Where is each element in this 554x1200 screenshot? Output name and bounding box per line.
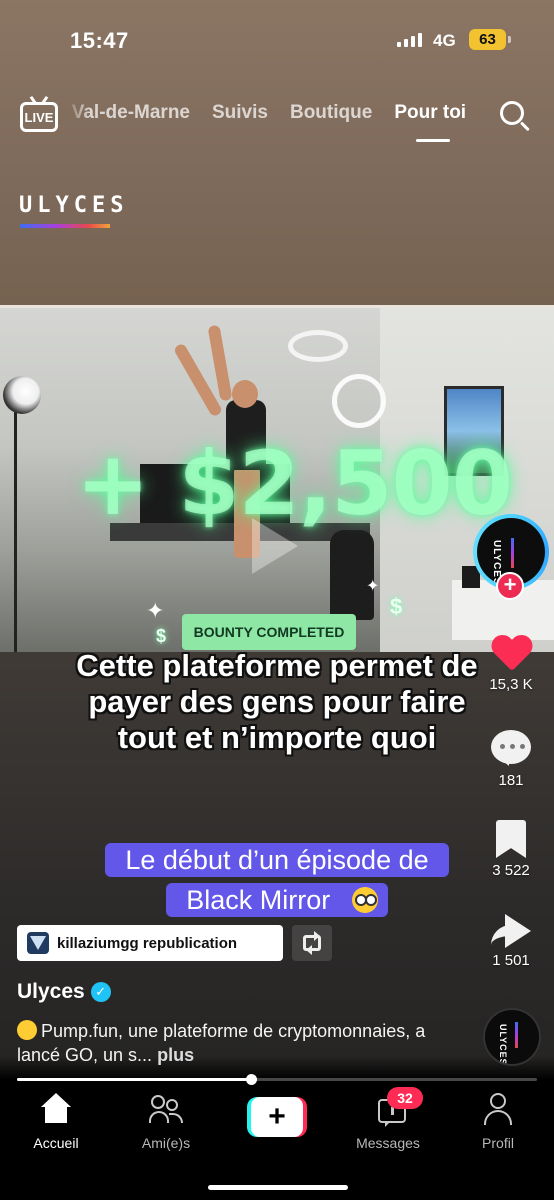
brand-logo: ULYCES [19,193,129,218]
brand-underline [20,224,110,228]
nav-profile[interactable]: Profil [448,1093,548,1151]
comment-button[interactable]: 181 [476,730,546,789]
comment-count: 181 [498,772,524,789]
caption-main: Cette plateforme permet de payer des gen… [76,648,478,755]
follow-plus-icon[interactable]: + [496,572,524,600]
playback-scrubber[interactable] [246,1074,257,1085]
nav-home[interactable]: Accueil [6,1093,106,1151]
play-icon[interactable] [252,518,298,574]
dollar-icon: $ [390,594,403,619]
nav-friends[interactable]: Ami(e)s [116,1093,216,1151]
video-chair [330,530,374,620]
music-disc-text: ULYCES [498,1024,508,1066]
flushed-emoji-icon [17,1020,37,1040]
home-indicator [208,1185,348,1190]
save-button[interactable]: 3 522 [476,820,546,879]
profile-icon [481,1093,515,1127]
battery-icon: 63 [469,29,506,50]
sparkle-icon: ✦ [366,578,380,595]
share-icon [491,914,531,948]
create-button[interactable]: + [247,1097,307,1137]
bottom-nav: Accueil Ami(e)s + Messages 32 Profil [0,1085,554,1200]
tab-for-you[interactable]: Pour toi [394,102,466,142]
video-lamp [3,376,41,414]
more-link[interactable]: plus [157,1045,194,1065]
live-icon[interactable]: LIVE [20,95,58,132]
messages-badge: 32 [387,1087,423,1109]
bookmark-icon [496,820,526,858]
video-ring-light [332,374,386,428]
nav-home-label: Accueil [33,1135,79,1151]
nav-profile-label: Profil [482,1135,514,1151]
wolf-avatar-icon [27,932,49,954]
video-frame[interactable]: + $2,500 ✦ ✦ $ $ BOUNTY COMPLETED [0,308,554,652]
caption-purple-text: Le début d’un épisode de Black Mirror [115,843,439,917]
signal-icon [397,33,422,47]
tiktok-feed-screen: 15:47 4G 63 LIVE Val-de-Marne Suivis Bou… [0,0,554,1200]
status-bar: 15:47 4G 63 [0,0,554,80]
video-lamp-post [14,388,17,652]
share-count: 1 501 [492,952,530,969]
flushed-emoji-icon [351,887,378,913]
home-icon [39,1093,73,1127]
description-text: Pump.fun, une plateforme de cryptomonnai… [17,1021,426,1065]
friends-icon [149,1093,183,1127]
dollar-icon: $ [156,626,167,646]
repost-text: killaziumgg republication [57,934,238,952]
nav-messages-label: Messages [356,1135,420,1151]
playback-progress-fill [17,1078,251,1081]
tab-region[interactable]: Val-de-Marne [64,102,190,130]
plus-icon: + [251,1097,303,1137]
like-count: 15,3 K [489,676,533,693]
caption-purple: Le début d’un épisode de Black Mirror [100,840,454,920]
repost-chip[interactable]: killaziumgg republication [17,925,283,961]
search-icon[interactable] [498,99,532,133]
repost-icon [303,931,321,955]
comment-icon [491,730,531,768]
bounty-badge: BOUNTY COMPLETED [182,614,356,650]
tab-shop[interactable]: Boutique [290,102,372,130]
video-description[interactable]: Pump.fun, une plateforme de cryptomonnai… [17,1019,457,1067]
battery-tip [508,36,511,43]
author-row[interactable]: Ulyces ✓ [17,980,111,1004]
repost-button[interactable] [292,925,332,961]
share-button[interactable]: 1 501 [476,914,546,969]
nav-friends-label: Ami(e)s [141,1135,191,1151]
sparkle-icon: ✦ [146,598,165,623]
author-name[interactable]: Ulyces [17,980,85,1004]
save-count: 3 522 [492,862,530,879]
like-button[interactable]: 15,3 K [476,636,546,693]
tab-following[interactable]: Suivis [212,102,268,130]
live-label: LIVE [24,110,54,125]
music-disc[interactable]: ULYCES [483,1008,541,1066]
heart-icon [491,636,531,672]
network-type: 4G [433,31,456,50]
verified-icon: ✓ [90,982,111,1002]
status-time: 15:47 [70,28,129,53]
video-ring-light [288,330,348,362]
playback-progress[interactable] [17,1074,537,1085]
top-nav-tabs: Val-de-Marne Suivis Boutique Pour toi [64,102,466,142]
